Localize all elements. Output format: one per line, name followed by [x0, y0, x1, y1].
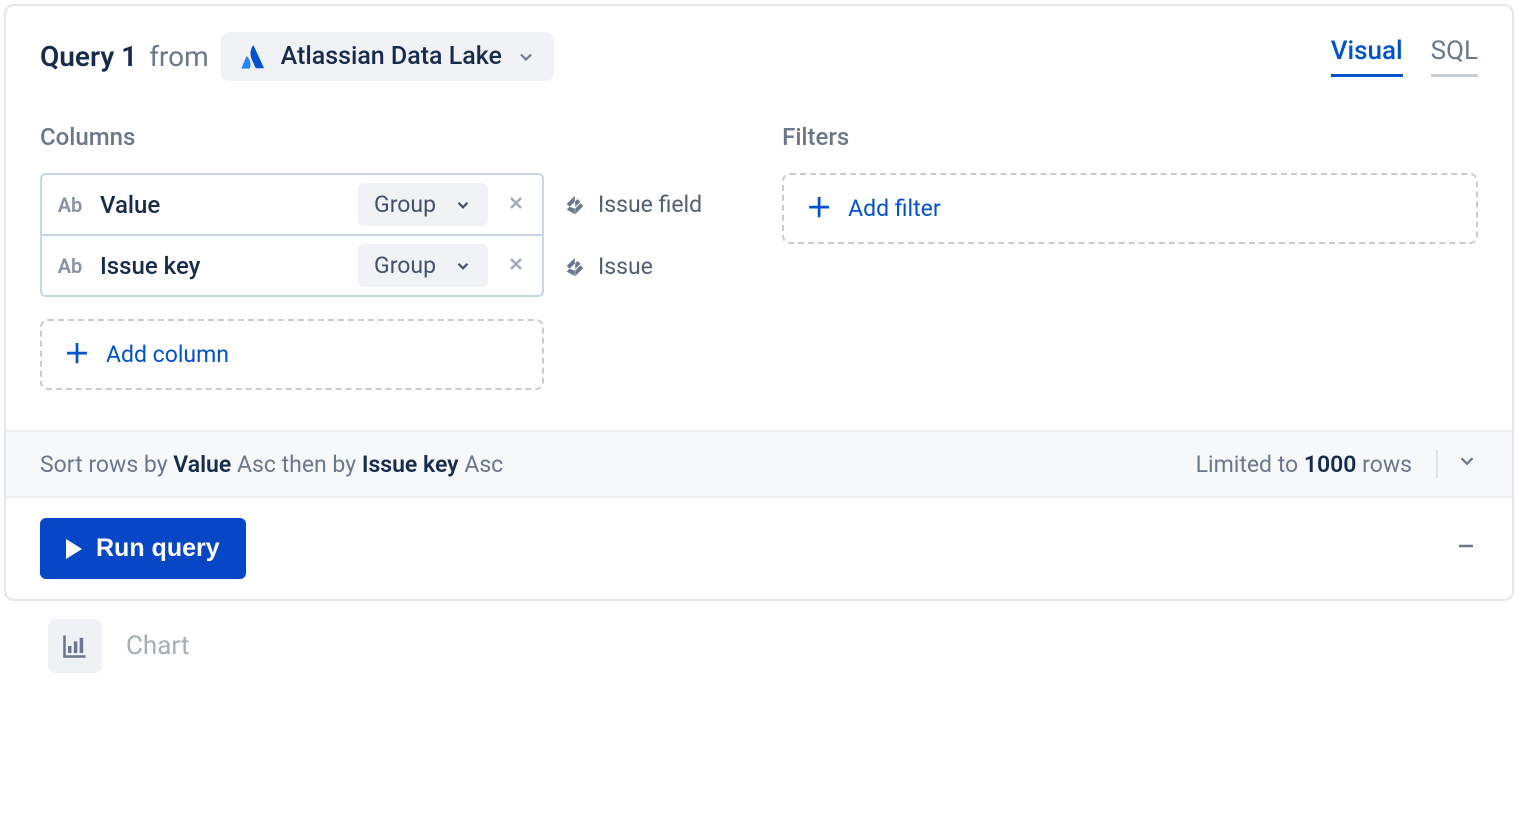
column-source-label: Issue: [598, 253, 653, 280]
sort-dir2: Asc: [464, 451, 503, 478]
column-source-label: Issue field: [598, 191, 702, 218]
panel-body: Columns Ab Value Group Issue field: [6, 91, 1512, 430]
remove-column-button[interactable]: [502, 190, 530, 220]
data-source-name: Atlassian Data Lake: [281, 42, 502, 71]
limit-suffix: rows: [1362, 451, 1412, 478]
type-badge: Ab: [54, 254, 86, 278]
query-panel: Query 1 from Atlassian Data Lake Visual …: [4, 4, 1514, 601]
play-icon: [66, 539, 82, 559]
column-row: Ab Value Group Issue field: [40, 173, 702, 236]
column-name: Value: [100, 191, 344, 219]
run-query-button[interactable]: Run query: [40, 518, 246, 579]
sort-then: then by: [282, 451, 356, 478]
add-filter-button[interactable]: ＋ Add filter: [782, 173, 1478, 244]
aggregation-label: Group: [374, 252, 436, 279]
column-source: Issue: [564, 253, 653, 280]
plus-icon: ＋: [806, 196, 832, 222]
data-source-selector[interactable]: Atlassian Data Lake: [221, 32, 554, 81]
column-pill-issue-key[interactable]: Ab Issue key Group: [40, 236, 544, 297]
close-icon: [506, 254, 526, 274]
filters-section: Filters ＋ Add filter: [782, 123, 1478, 390]
aggregation-select[interactable]: Group: [358, 244, 488, 287]
chart-icon-button[interactable]: [48, 619, 102, 673]
remove-column-button[interactable]: [502, 251, 530, 281]
sort-prefix: Sort rows by: [40, 451, 168, 478]
minimize-button[interactable]: [1454, 531, 1478, 566]
minus-icon: [1454, 534, 1478, 558]
query-title: Query 1: [40, 40, 137, 73]
chart-label: Chart: [126, 631, 189, 661]
sort-limit-bar: Sort rows by Value Asc then by Issue key…: [6, 430, 1512, 498]
aggregation-select[interactable]: Group: [358, 183, 488, 226]
tab-visual[interactable]: Visual: [1331, 36, 1403, 77]
chevron-down-icon: [454, 257, 472, 275]
plus-icon: ＋: [64, 342, 90, 368]
columns-label: Columns: [40, 123, 702, 151]
chevron-down-icon: [1456, 450, 1478, 472]
sort-col2: Issue key: [362, 451, 459, 478]
sort-dir1: Asc: [237, 451, 276, 478]
run-bar: Run query: [6, 498, 1512, 599]
close-icon: [506, 193, 526, 213]
expand-button[interactable]: [1436, 450, 1478, 478]
atlassian-icon: [239, 43, 267, 71]
column-name: Issue key: [100, 252, 344, 280]
view-tabs: Visual SQL: [1331, 36, 1478, 77]
limit-value: 1000: [1304, 451, 1357, 478]
chevron-down-icon: [516, 47, 536, 67]
sort-col1: Value: [173, 451, 231, 478]
chevron-down-icon: [454, 196, 472, 214]
add-column-label: Add column: [106, 341, 229, 368]
add-filter-label: Add filter: [848, 195, 941, 222]
filters-label: Filters: [782, 123, 1478, 151]
jira-icon: [564, 256, 586, 278]
limit-control[interactable]: Limited to 1000 rows: [1196, 450, 1478, 478]
column-source: Issue field: [564, 191, 702, 218]
run-query-label: Run query: [96, 534, 220, 563]
bar-chart-icon: [61, 632, 89, 660]
columns-section: Columns Ab Value Group Issue field: [40, 123, 702, 390]
panel-header: Query 1 from Atlassian Data Lake Visual …: [6, 6, 1512, 91]
chart-section: Chart: [4, 601, 1514, 673]
from-label: from: [149, 40, 208, 73]
column-row: Ab Issue key Group Issue: [40, 236, 702, 297]
sort-description[interactable]: Sort rows by Value Asc then by Issue key…: [40, 451, 503, 478]
column-pill-value[interactable]: Ab Value Group: [40, 173, 544, 236]
limit-prefix: Limited to: [1196, 451, 1299, 478]
tab-sql[interactable]: SQL: [1431, 36, 1478, 77]
type-badge: Ab: [54, 193, 86, 217]
aggregation-label: Group: [374, 191, 436, 218]
add-column-button[interactable]: ＋ Add column: [40, 319, 544, 390]
header-left: Query 1 from Atlassian Data Lake: [40, 32, 554, 81]
jira-icon: [564, 194, 586, 216]
